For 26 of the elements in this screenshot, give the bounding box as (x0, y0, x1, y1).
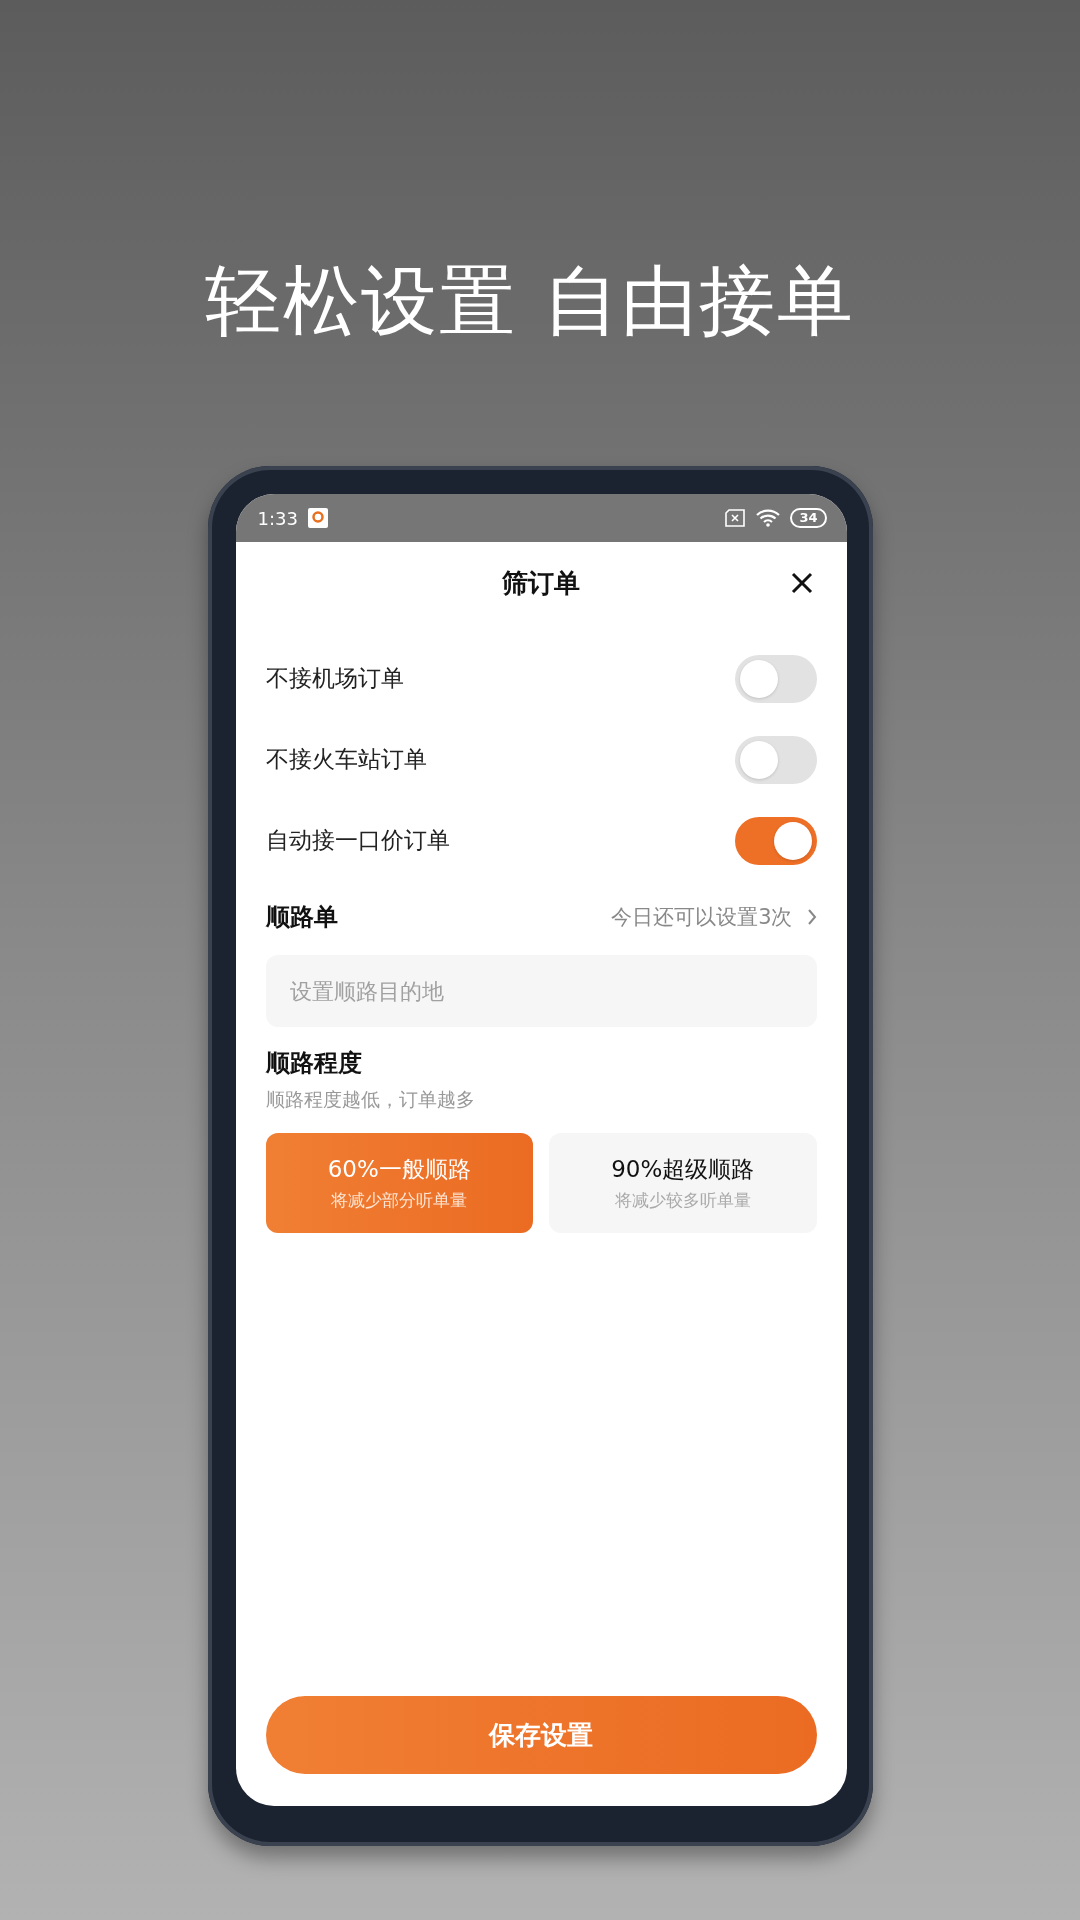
option-note: 将减少较多听单量 (614, 1189, 751, 1213)
destination-field[interactable]: 设置顺路目的地 (265, 955, 817, 1028)
toggle-switch[interactable] (734, 735, 817, 784)
sim-off-icon (724, 509, 747, 528)
remaining-times-link[interactable]: 今日还可以设置3次 (611, 903, 817, 932)
toggle-label: 不接机场订单 (265, 664, 404, 694)
toggle-switch[interactable] (734, 654, 817, 703)
headline: 轻松设置 自由接单 (204, 255, 856, 347)
section-subtitle: 顺路程度越低，订单越多 (265, 1087, 476, 1113)
option-title: 90%超级顺路 (611, 1155, 755, 1185)
toggle-label: 不接火车站订单 (265, 745, 427, 775)
wifi-icon (756, 509, 781, 528)
section-title: 顺路单 (265, 902, 338, 934)
chevron-right-icon (806, 908, 817, 927)
section-title: 顺路程度 (265, 1048, 362, 1080)
battery-level: 34 (790, 508, 827, 529)
option-title: 60%一般顺路 (327, 1155, 471, 1185)
status-time: 1:33 (257, 507, 298, 529)
toggle-switch[interactable] (734, 816, 817, 865)
toggle-label: 自动接一口价订单 (265, 826, 450, 856)
app-icon (307, 508, 328, 529)
option-note: 将减少部分听单量 (331, 1189, 468, 1213)
route-option[interactable]: 60%一般顺路 将减少部分听单量 (265, 1133, 533, 1234)
dialog-title: 筛订单 (502, 566, 580, 600)
route-option[interactable]: 90%超级顺路 将减少较多听单量 (549, 1133, 817, 1234)
save-button[interactable]: 保存设置 (265, 1696, 817, 1775)
